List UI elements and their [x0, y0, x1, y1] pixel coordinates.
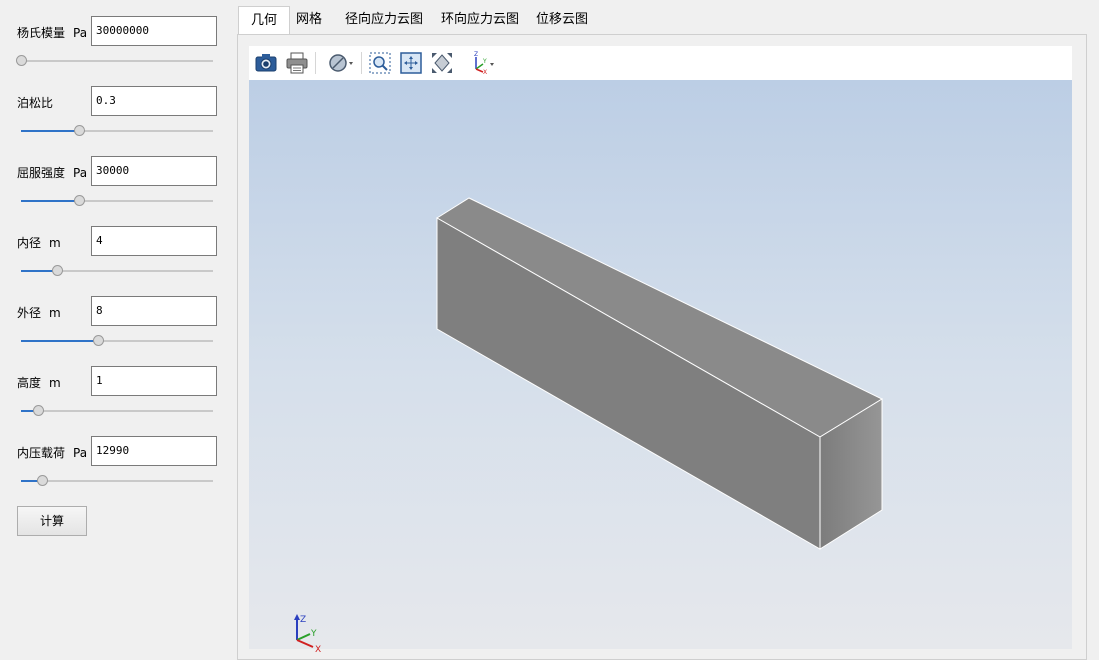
tab-displacement[interactable]: 位移云图 — [524, 6, 600, 35]
axis-z-label: Z — [300, 615, 306, 625]
param-label-youngs-modulus: 杨氏模量 Pa — [17, 26, 88, 40]
tab-hoop-stress[interactable]: 环向应力云图 — [429, 6, 531, 35]
toolbar-separator — [361, 52, 362, 74]
param-label-height: 高度 m — [17, 376, 61, 390]
param-label-internal-pressure: 内压载荷 Pa — [17, 446, 88, 460]
toolbar-separator — [315, 52, 316, 74]
poisson-ratio-slider[interactable] — [21, 125, 213, 137]
geometry-model — [436, 197, 884, 550]
fit-view-icon[interactable] — [399, 51, 423, 75]
axis-y-label: Y — [310, 629, 317, 639]
inner-diameter-input[interactable]: 4 — [91, 226, 217, 256]
calculate-button[interactable]: 计算 — [17, 506, 87, 536]
outer-diameter-input[interactable]: 8 — [91, 296, 217, 326]
internal-pressure-slider[interactable] — [21, 475, 213, 487]
internal-pressure-input[interactable]: 12990 — [91, 436, 217, 466]
axis-orientation-icon[interactable]: Z Y X — [468, 51, 498, 75]
height-input[interactable]: 1 — [91, 366, 217, 396]
param-label-yield-strength: 屈服强度 Pa — [17, 166, 88, 180]
zoom-box-icon[interactable] — [368, 51, 392, 75]
param-label-outer-diameter: 外径 m — [17, 306, 61, 320]
param-label-inner-diameter: 内径 m — [17, 236, 61, 250]
viewer-toolbar: Z Y X — [249, 46, 1072, 80]
reset-view-icon[interactable] — [430, 51, 454, 75]
tab-geometry[interactable]: 几何 — [238, 6, 291, 35]
youngs-modulus-slider[interactable] — [16, 55, 213, 67]
outer-diameter-slider[interactable] — [21, 335, 213, 347]
svg-text:X: X — [483, 69, 487, 75]
svg-text:Y: Y — [482, 58, 487, 65]
poisson-ratio-input[interactable]: 0.3 — [91, 86, 217, 116]
3d-canvas[interactable]: Z Y X — [249, 80, 1072, 654]
camera-icon[interactable] — [254, 51, 278, 75]
axis-triad: Z Y X — [294, 614, 321, 654]
svg-text:Z: Z — [474, 51, 478, 58]
height-slider[interactable] — [21, 405, 213, 417]
parameter-panel: 杨氏模量 Pa 30000000 泊松比 0.3 屈服强度 Pa 30000 内径 m… — [0, 0, 232, 660]
view-style-icon[interactable] — [327, 51, 355, 75]
param-label-poisson-ratio: 泊松比 — [17, 96, 54, 110]
yield-strength-input[interactable]: 30000 — [91, 156, 217, 186]
yield-strength-slider[interactable] — [21, 195, 213, 207]
inner-diameter-slider[interactable] — [21, 265, 213, 277]
3d-viewer: Z Y X Z Y X — [249, 46, 1072, 654]
print-icon[interactable] — [285, 51, 309, 75]
tab-radial-stress[interactable]: 径向应力云图 — [333, 6, 435, 35]
axis-x-label: X — [315, 645, 321, 654]
youngs-modulus-input[interactable]: 30000000 — [91, 16, 217, 46]
tab-mesh[interactable]: 网格 — [284, 6, 334, 35]
